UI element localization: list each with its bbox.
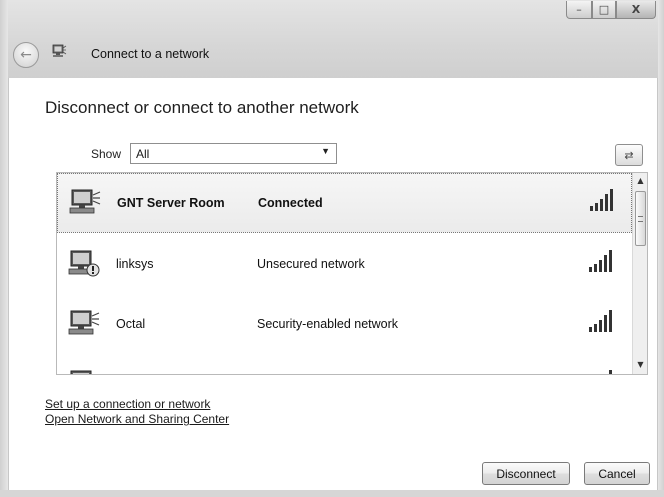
- close-button[interactable]: X: [616, 1, 656, 19]
- window-bottom-border: [0, 490, 664, 497]
- network-row[interactable]: Octal Security-enabled network: [57, 295, 632, 355]
- refresh-button[interactable]: ⇄: [615, 144, 643, 166]
- network-row[interactable]: [57, 355, 632, 374]
- scroll-up-arrow[interactable]: ▲: [633, 173, 647, 189]
- network-icon: [52, 44, 67, 57]
- network-status: Unsecured network: [257, 257, 365, 271]
- connect-to-network-window: – □ X ← Connect to a network Disconnect …: [0, 0, 664, 497]
- minimize-icon: –: [576, 3, 582, 16]
- network-computer-icon: [70, 370, 92, 374]
- network-status: Security-enabled network: [257, 317, 399, 331]
- network-computer-icon: [68, 250, 100, 277]
- window-right-border: [658, 0, 664, 497]
- network-list[interactable]: GNT Server Room Connected linksys Unsecu…: [56, 172, 648, 375]
- window-left-border: [0, 0, 8, 497]
- maximize-button[interactable]: □: [592, 1, 616, 19]
- network-list-scrollbar[interactable]: ▲ ▼: [632, 173, 647, 374]
- network-name: Octal: [116, 317, 146, 331]
- page-heading: Disconnect or connect to another network: [45, 98, 359, 117]
- close-icon: X: [631, 3, 641, 16]
- network-name: GNT Server Room: [117, 196, 225, 210]
- setup-connection-link[interactable]: Set up a connection or network: [45, 397, 210, 411]
- scroll-down-arrow[interactable]: ▼: [633, 357, 647, 373]
- network-name: linksys: [116, 257, 154, 271]
- network-row[interactable]: GNT Server Room Connected: [57, 173, 632, 233]
- show-filter-value: All: [136, 147, 150, 161]
- network-row[interactable]: linksys Unsecured network: [57, 235, 632, 295]
- back-button[interactable]: ←: [13, 42, 39, 68]
- network-computer-icon: [68, 310, 100, 335]
- network-status: Connected: [258, 196, 323, 210]
- title-bar: – □ X ← Connect to a network: [0, 0, 664, 78]
- minimize-button[interactable]: –: [566, 1, 592, 19]
- show-label: Show: [91, 147, 122, 161]
- sharing-center-link[interactable]: Open Network and Sharing Center: [45, 412, 229, 426]
- signal-strength-icon: [609, 370, 612, 374]
- signal-strength-icon: [589, 250, 612, 272]
- scroll-thumb[interactable]: [635, 191, 646, 246]
- signal-strength-icon: [589, 310, 612, 332]
- scroll-grip-icon: [638, 216, 643, 222]
- refresh-icon: ⇄: [624, 148, 634, 162]
- show-filter-dropdown[interactable]: All ▼: [130, 143, 337, 164]
- signal-strength-icon: [590, 189, 613, 211]
- maximize-icon: □: [598, 3, 610, 16]
- window-title: Connect to a network: [91, 47, 210, 61]
- chevron-down-icon: ▼: [321, 146, 330, 156]
- network-computer-icon: [69, 189, 101, 214]
- back-arrow-icon: ←: [20, 47, 32, 63]
- window-controls: – □ X: [566, 1, 656, 19]
- disconnect-button[interactable]: Disconnect: [482, 462, 570, 485]
- cancel-button[interactable]: Cancel: [584, 462, 650, 485]
